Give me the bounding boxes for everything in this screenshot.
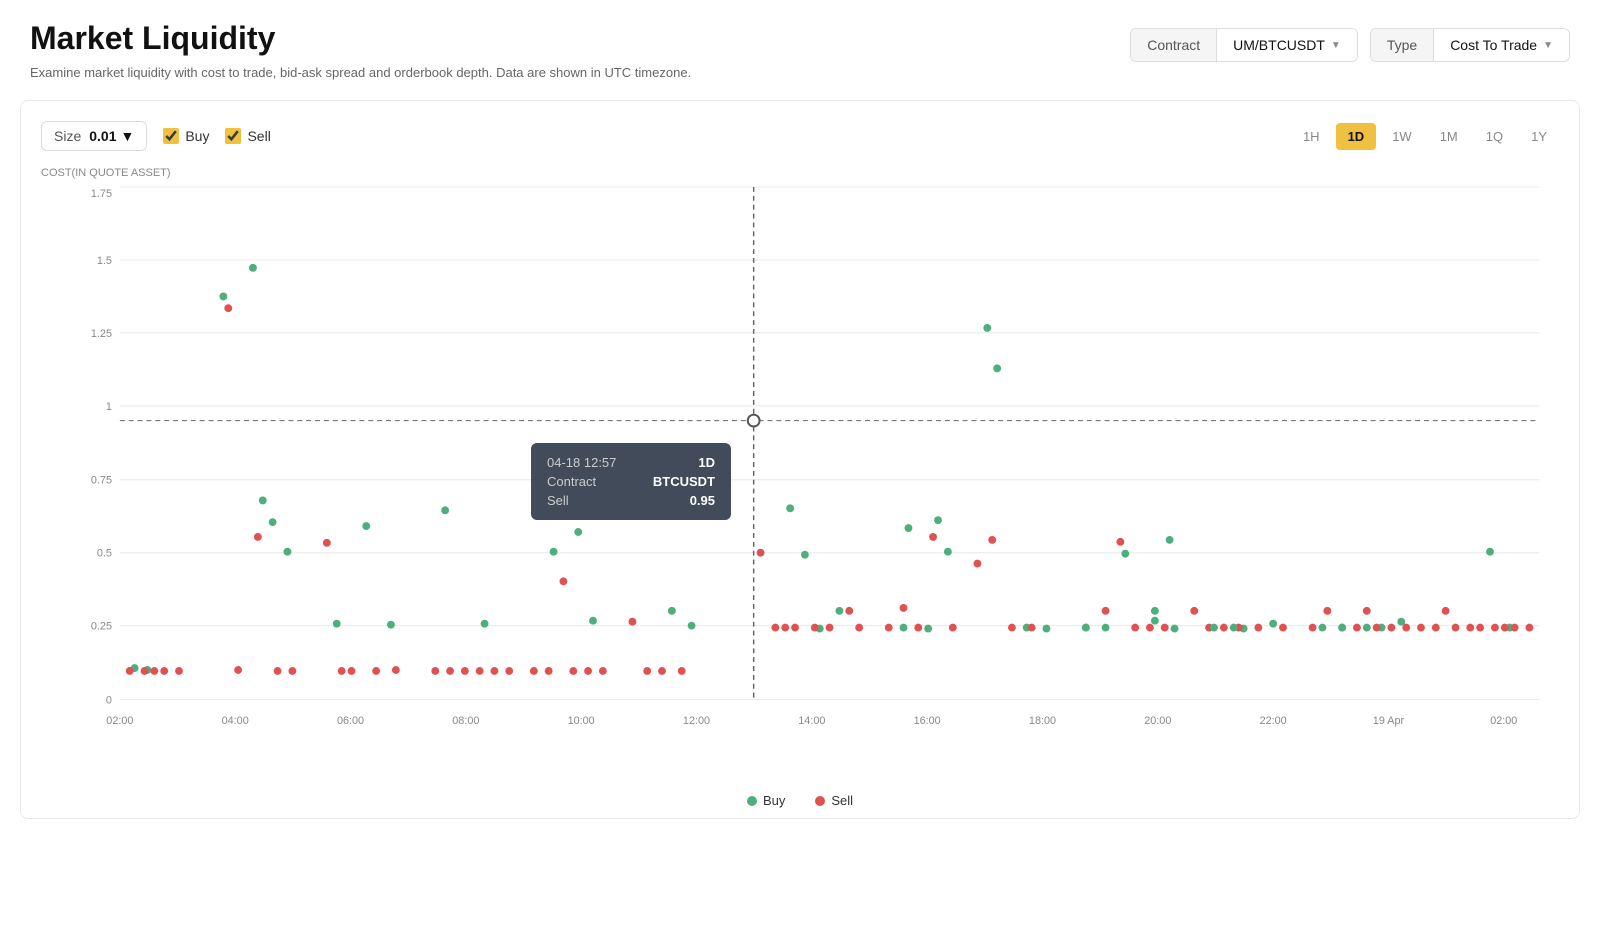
contract-dropdown-group[interactable]: Contract UM/BTCUSDT ▼	[1130, 28, 1358, 62]
type-dropdown-arrow: ▼	[1543, 40, 1553, 51]
type-dropdown-label: Type	[1371, 29, 1434, 61]
sell-checkbox-item[interactable]: Sell	[225, 128, 270, 144]
svg-text:12:00: 12:00	[683, 715, 710, 727]
header-left: Market Liquidity Examine market liquidit…	[30, 20, 691, 80]
chart-svg: 0 0.25 0.5 0.75 1 1.25 1.5 1.75 02:00 04…	[41, 183, 1559, 743]
svg-text:06:00: 06:00	[337, 715, 364, 727]
time-btn-1d[interactable]: 1D	[1336, 123, 1377, 150]
svg-text:1: 1	[106, 401, 112, 413]
type-dropdown-value[interactable]: Cost To Trade ▼	[1434, 29, 1569, 61]
svg-text:22:00: 22:00	[1260, 715, 1287, 727]
page-subtitle: Examine market liquidity with cost to tr…	[30, 65, 691, 80]
svg-text:19 Apr: 19 Apr	[1373, 715, 1405, 727]
svg-text:04:00: 04:00	[222, 715, 249, 727]
size-control[interactable]: Size 0.01 ▼	[41, 121, 147, 151]
type-dropdown-group[interactable]: Type Cost To Trade ▼	[1370, 28, 1570, 62]
legend-buy: Buy	[747, 793, 785, 808]
time-btn-1w[interactable]: 1W	[1380, 123, 1424, 150]
contract-dropdown-value[interactable]: UM/BTCUSDT ▼	[1217, 29, 1357, 61]
size-value: 0.01 ▼	[89, 128, 134, 144]
svg-text:02:00: 02:00	[1490, 715, 1517, 727]
chart-controls-left: Size 0.01 ▼ Buy Sell	[41, 121, 271, 151]
chart-legend: Buy Sell	[41, 793, 1559, 808]
svg-text:08:00: 08:00	[452, 715, 479, 727]
buy-label[interactable]: Buy	[185, 128, 209, 144]
header-right: Contract UM/BTCUSDT ▼ Type Cost To Trade…	[1118, 28, 1570, 62]
svg-text:16:00: 16:00	[914, 715, 941, 727]
svg-text:20:00: 20:00	[1144, 715, 1171, 727]
sell-label[interactable]: Sell	[247, 128, 270, 144]
checkbox-group: Buy Sell	[163, 128, 270, 144]
svg-text:14:00: 14:00	[798, 715, 825, 727]
page-title: Market Liquidity	[30, 20, 691, 57]
svg-text:0.5: 0.5	[97, 548, 112, 560]
time-controls: 1H1D1W1M1Q1Y	[1291, 123, 1559, 150]
chart-container: Size 0.01 ▼ Buy Sell 1H1D1W1M1Q1Y COST(I…	[20, 100, 1580, 819]
time-btn-1q[interactable]: 1Q	[1474, 123, 1515, 150]
legend-sell: Sell	[815, 793, 853, 808]
contract-dropdown-label: Contract	[1131, 29, 1217, 61]
time-btn-1h[interactable]: 1H	[1291, 123, 1332, 150]
svg-text:0.75: 0.75	[91, 475, 112, 487]
legend-buy-label: Buy	[763, 793, 785, 808]
legend-buy-dot	[747, 796, 757, 806]
svg-text:18:00: 18:00	[1029, 715, 1056, 727]
size-arrow: ▼	[120, 128, 134, 144]
size-label: Size	[54, 128, 81, 144]
svg-text:10:00: 10:00	[568, 715, 595, 727]
legend-sell-label: Sell	[831, 793, 853, 808]
svg-text:0: 0	[106, 695, 112, 707]
chart-area: 0 0.25 0.5 0.75 1 1.25 1.5 1.75 02:00 04…	[41, 183, 1559, 783]
time-btn-1m[interactable]: 1M	[1428, 123, 1470, 150]
sell-checkbox[interactable]	[225, 128, 241, 144]
legend-sell-dot	[815, 796, 825, 806]
svg-text:1.25: 1.25	[91, 328, 112, 340]
page-header: Market Liquidity Examine market liquidit…	[0, 0, 1600, 90]
svg-text:0.25: 0.25	[91, 621, 112, 633]
time-btn-1y[interactable]: 1Y	[1519, 123, 1559, 150]
svg-text:1.75: 1.75	[91, 188, 112, 200]
svg-text:02:00: 02:00	[106, 715, 133, 727]
y-axis-label: COST(IN QUOTE ASSET)	[41, 167, 1559, 179]
contract-dropdown-arrow: ▼	[1331, 40, 1341, 51]
buy-checkbox-item[interactable]: Buy	[163, 128, 209, 144]
svg-text:1.5: 1.5	[97, 255, 112, 267]
buy-checkbox[interactable]	[163, 128, 179, 144]
chart-controls: Size 0.01 ▼ Buy Sell 1H1D1W1M1Q1Y	[41, 121, 1559, 151]
